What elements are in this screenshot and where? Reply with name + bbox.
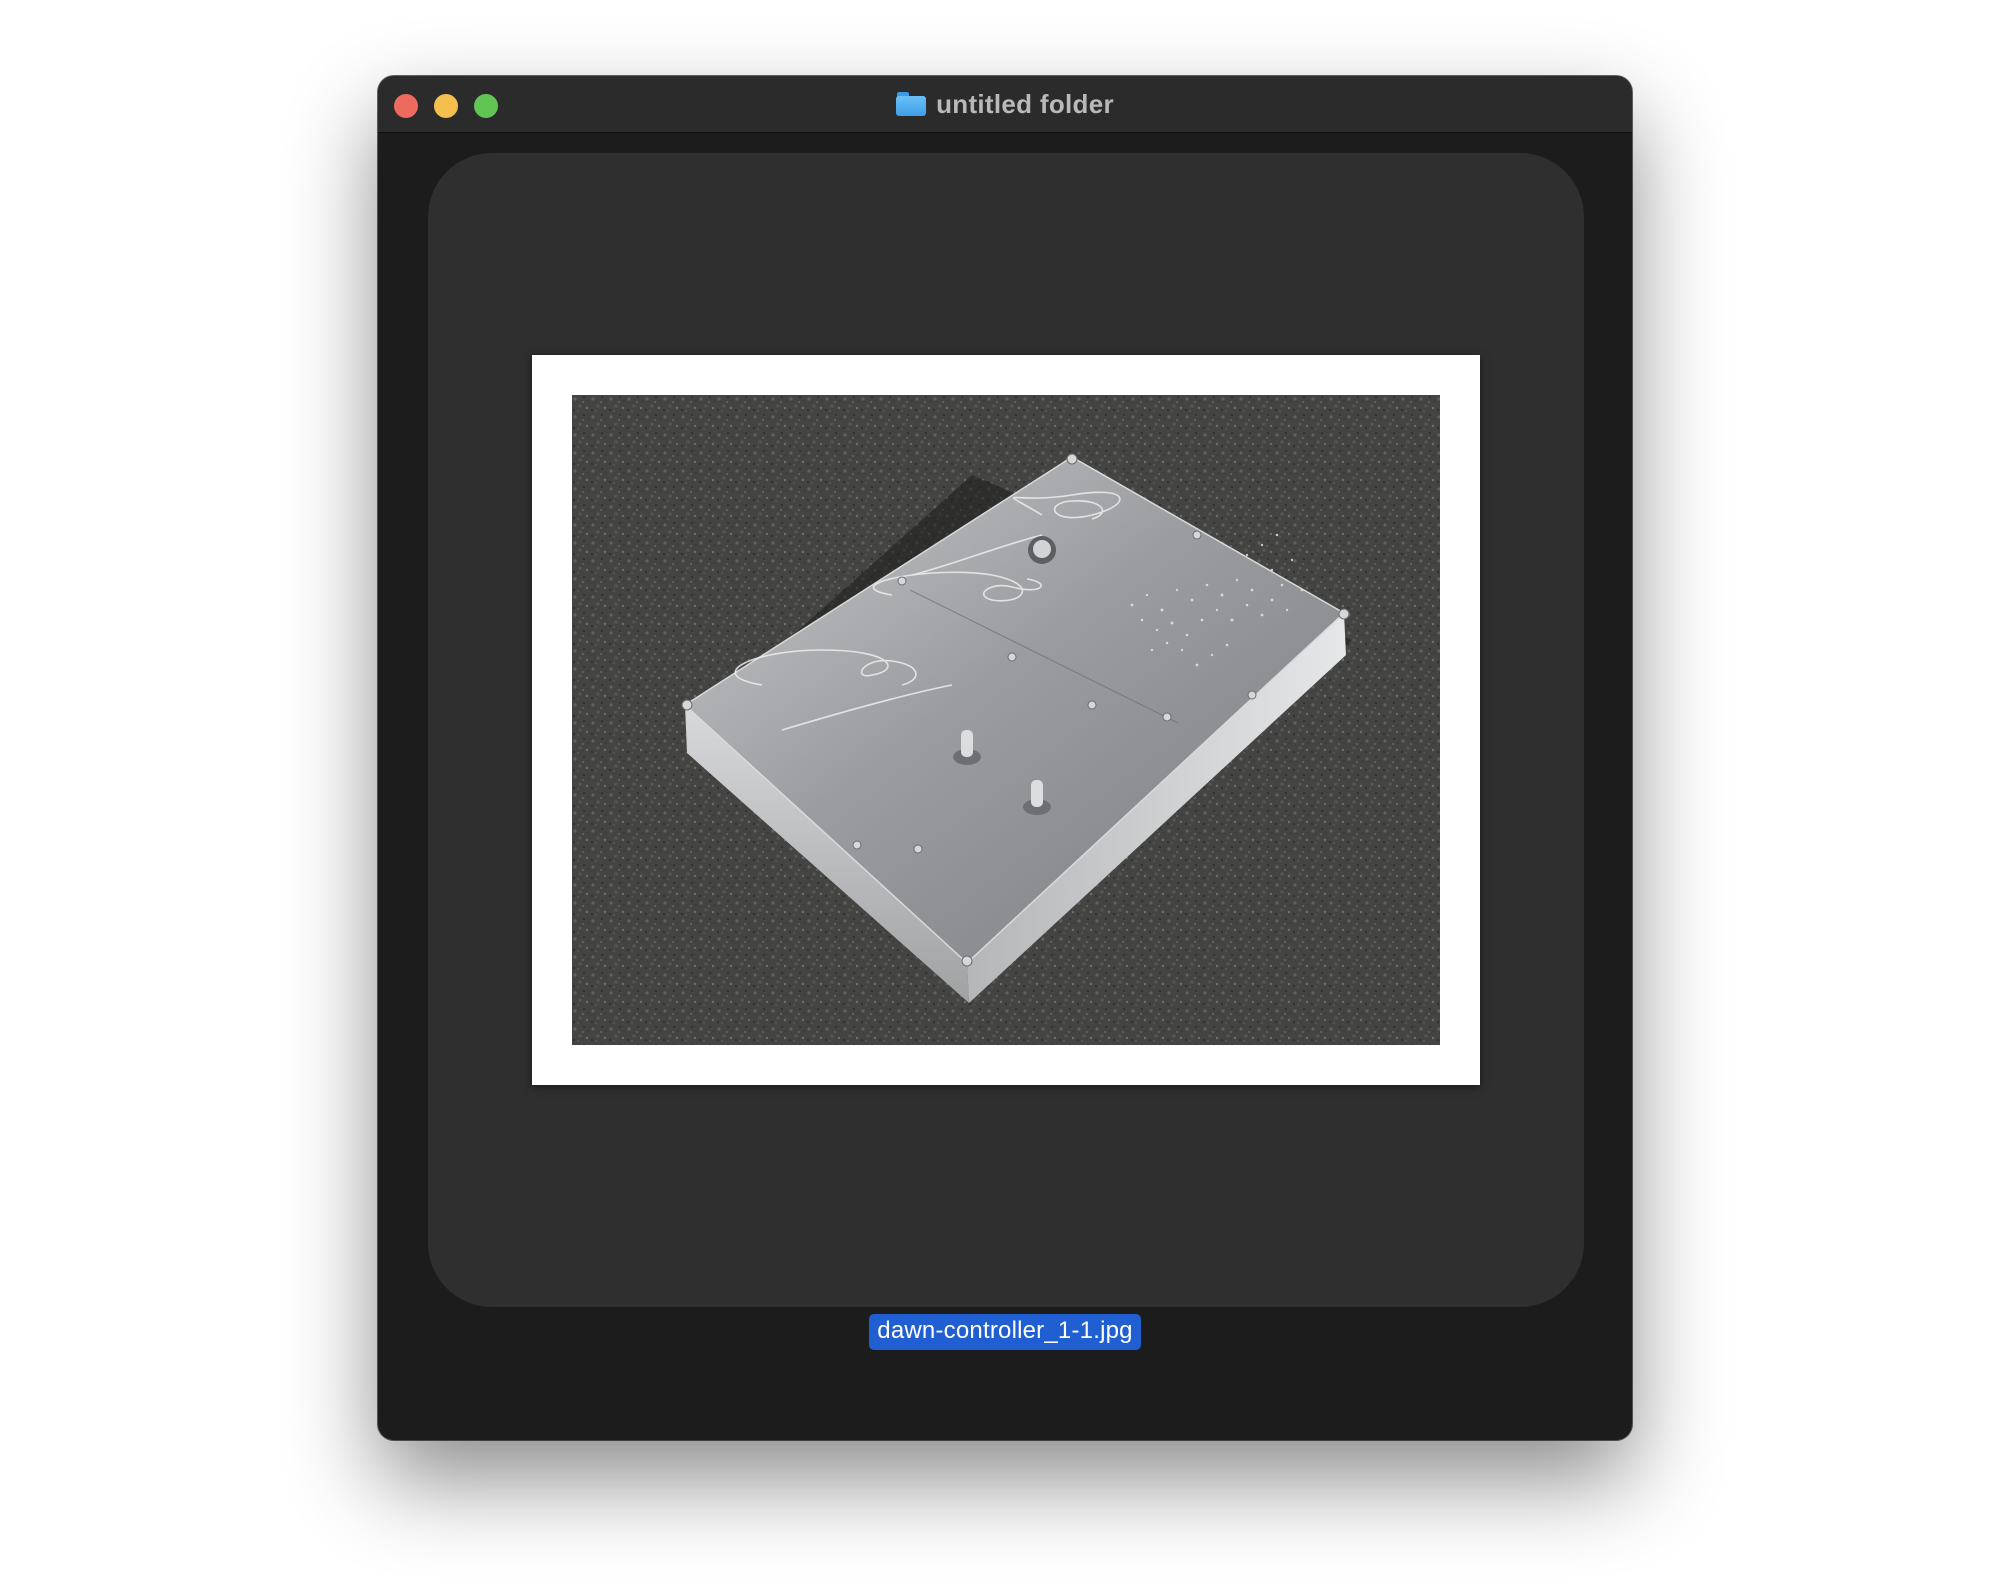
window-title-text: untitled folder bbox=[936, 88, 1114, 119]
filename-label-wrap: dawn-controller_1-1.jpg bbox=[378, 1314, 1632, 1350]
filename-label[interactable]: dawn-controller_1-1.jpg bbox=[869, 1314, 1141, 1350]
window-title: untitled folder bbox=[378, 76, 1632, 132]
file-preview-panel bbox=[428, 153, 1584, 1307]
folder-icon bbox=[896, 92, 927, 116]
image-thumbnail[interactable] bbox=[532, 355, 1480, 1085]
title-bar[interactable]: untitled folder bbox=[378, 76, 1632, 133]
photo-content bbox=[572, 395, 1440, 1045]
finder-window: untitled folder dawn-controller_1-1.jpg bbox=[378, 76, 1632, 1440]
